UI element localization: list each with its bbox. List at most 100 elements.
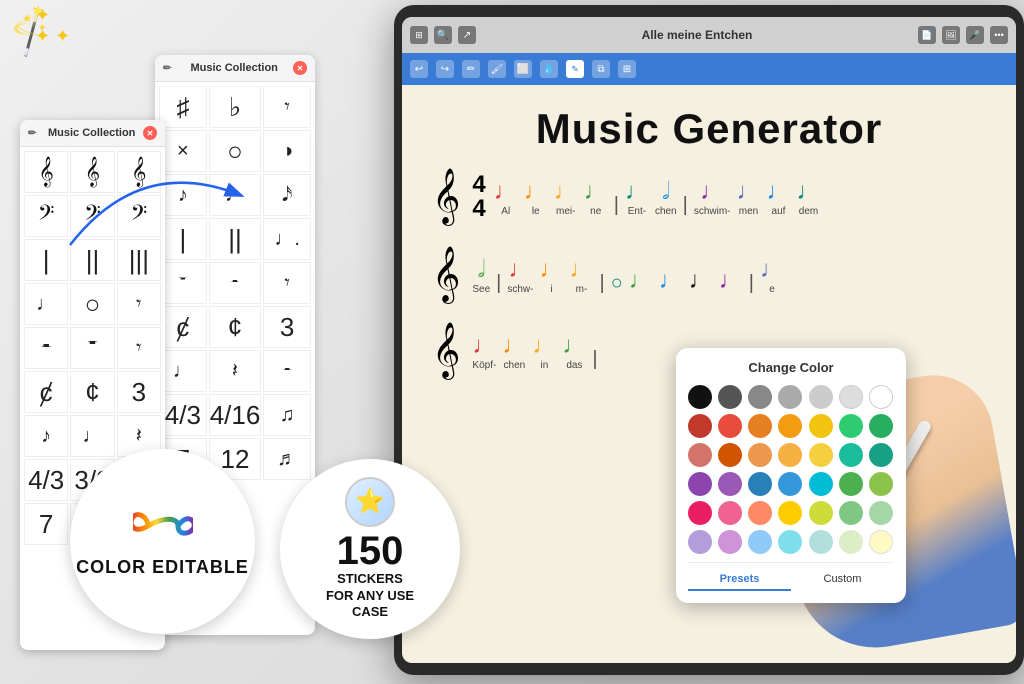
color-swatch-5[interactable] <box>809 385 833 409</box>
color-swatch-14[interactable] <box>869 414 893 438</box>
bar-line-score-2: | <box>683 194 688 217</box>
ipad-screen: ⊞ 🔍 ↗ Alle meine Entchen 📄 🖼 🎤 ••• ↩ ↪ ✏… <box>402 17 1016 663</box>
color-swatch-40[interactable] <box>809 530 833 554</box>
note-label-le: le <box>524 206 548 217</box>
note-col-1: ♩ Al <box>494 178 518 217</box>
note-10: ♩ <box>797 178 821 205</box>
color-tab-presets[interactable]: Presets <box>688 569 791 591</box>
stickers-label: STICKERSFOR ANY USECASE <box>326 571 414 622</box>
music-symbol-3: 3 <box>263 306 311 348</box>
note-col-10: ♩ dem <box>797 178 821 217</box>
color-swatch-26[interactable] <box>809 472 833 496</box>
color-swatch-39[interactable] <box>778 530 802 554</box>
note-col-9: ♩ auf <box>767 178 791 217</box>
note-col-schw1: ♩ schw- <box>507 256 533 295</box>
color-swatch-42[interactable] <box>869 530 893 554</box>
color-swatch-18[interactable] <box>778 443 802 467</box>
color-swatch-2[interactable] <box>718 385 742 409</box>
toolbar-icon-search[interactable]: 🔍 <box>434 26 452 44</box>
color-swatch-28[interactable] <box>869 472 893 496</box>
note-col-e2: ♩ <box>719 267 743 295</box>
color-swatch-16[interactable] <box>718 443 742 467</box>
color-tab-row: Presets Custom <box>688 562 894 591</box>
sparkles-icon: ✦✦ ✦ <box>35 5 70 47</box>
note-o1: ○ <box>611 272 623 294</box>
toolbar-blue-brush[interactable]: 🖌 <box>488 60 506 78</box>
treble-clef-score-2: 𝄞 <box>432 251 460 299</box>
toolbar-icon-share[interactable]: ↗ <box>458 26 476 44</box>
note-label-e: e <box>760 284 784 295</box>
panel-back-grid: ♯ ♭ 𝄾 × ○ ◑ ♪ ♩ 𝅘𝅥𝅯 | || ♩. 𝄻 𝄼 𝄾 ȼ ¢ 3 … <box>155 82 315 484</box>
color-swatch-13[interactable] <box>839 414 863 438</box>
note-label-i: i <box>540 284 564 295</box>
color-swatch-9[interactable] <box>718 414 742 438</box>
color-swatch-12[interactable] <box>809 414 833 438</box>
music-4over16: 4/16 <box>209 394 262 436</box>
color-swatch-15[interactable] <box>688 443 712 467</box>
color-swatch-34[interactable] <box>839 501 863 525</box>
time-signature-1: 4 4 <box>472 173 485 221</box>
color-swatch-32[interactable] <box>778 501 802 525</box>
music-symbol-treble2: ♩ <box>159 350 207 392</box>
note-quarter-rest: 𝄾 <box>117 283 161 325</box>
color-swatch-35[interactable] <box>869 501 893 525</box>
color-swatch-29[interactable] <box>688 501 712 525</box>
toolbar-blue-pen[interactable]: ✏ <box>462 60 480 78</box>
note-col-8: ♩ men <box>737 178 761 217</box>
color-swatch-30[interactable] <box>718 501 742 525</box>
toolbar-blue-layers[interactable]: ⧉ <box>592 60 610 78</box>
color-swatch-17[interactable] <box>748 443 772 467</box>
color-swatch-19[interactable] <box>809 443 833 467</box>
music-generator-title: Music Generator <box>432 105 986 153</box>
toolbar-blue-active[interactable]: ✎ <box>566 60 584 78</box>
color-swatch-21[interactable] <box>869 443 893 467</box>
toolbar-blue-grid[interactable]: ⊞ <box>618 60 636 78</box>
color-swatch-3[interactable] <box>748 385 772 409</box>
toolbar-blue-smudge[interactable]: 💧 <box>540 60 558 78</box>
color-swatch-11[interactable] <box>778 414 802 438</box>
toolbar-icon-img[interactable]: 🖼 <box>942 26 960 44</box>
color-swatch-31[interactable] <box>748 501 772 525</box>
color-tab-custom[interactable]: Custom <box>791 569 894 591</box>
notes-row-2: 𝅗𝅥 See | ♩ schw- ♩ i ♩ m- <box>472 256 784 295</box>
ipad-device: ⊞ 🔍 ↗ Alle meine Entchen 📄 🖼 🎤 ••• ↩ ↪ ✏… <box>394 5 1024 675</box>
note-label-das: das <box>562 360 586 371</box>
treble-clef-score-3: 𝄞 <box>432 327 460 375</box>
color-swatch-6[interactable] <box>839 385 863 409</box>
toolbar-blue-undo[interactable]: ↩ <box>410 60 428 78</box>
bar-line-5a: | <box>749 272 754 295</box>
eighth-rest: 𝄾 <box>117 327 161 369</box>
bar-line-3a: | <box>496 272 501 295</box>
color-swatch-38[interactable] <box>748 530 772 554</box>
note-label-in: in <box>532 360 556 371</box>
color-swatch-27[interactable] <box>839 472 863 496</box>
panel-front-close-button[interactable]: ✕ <box>143 126 157 140</box>
color-swatch-41[interactable] <box>839 530 863 554</box>
color-swatch-36[interactable] <box>688 530 712 554</box>
toolbar-blue-eraser[interactable]: ⬜ <box>514 60 532 78</box>
color-swatch-8[interactable] <box>688 414 712 438</box>
note-col-3: ♩ mei- <box>554 178 578 217</box>
toolbar-icon-grid[interactable]: ⊞ <box>410 26 428 44</box>
color-swatch-1[interactable] <box>688 385 712 409</box>
color-swatch-23[interactable] <box>718 472 742 496</box>
color-swatch-10[interactable] <box>748 414 772 438</box>
panel-back-close-button[interactable]: ✕ <box>293 61 307 75</box>
toolbar-icon-more[interactable]: ••• <box>990 26 1008 44</box>
toolbar-blue-redo[interactable]: ↪ <box>436 60 454 78</box>
toolbar-icon-doc[interactable]: 📄 <box>918 26 936 44</box>
note-das: ♩ <box>562 332 586 359</box>
color-swatch-22[interactable] <box>688 472 712 496</box>
color-swatch-25[interactable] <box>778 472 802 496</box>
color-swatch-20[interactable] <box>839 443 863 467</box>
color-swatch-7[interactable] <box>869 385 893 409</box>
color-swatch-24[interactable] <box>748 472 772 496</box>
note-in1: ♩ in <box>532 332 556 371</box>
color-swatch-37[interactable] <box>718 530 742 554</box>
color-swatch-33[interactable] <box>809 501 833 525</box>
note-label-ent: Ent- <box>625 206 649 217</box>
infinity-icon <box>133 505 193 553</box>
note-c2: ♩ <box>502 332 526 359</box>
toolbar-icon-mic[interactable]: 🎤 <box>966 26 984 44</box>
color-swatch-4[interactable] <box>778 385 802 409</box>
